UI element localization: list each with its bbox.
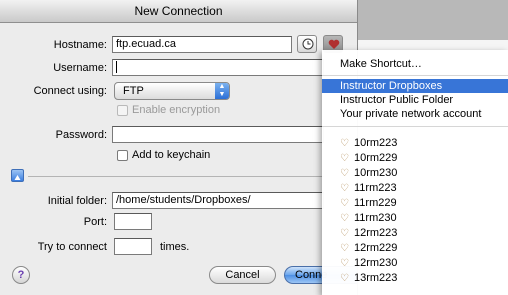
- protocol-popup[interactable]: FTP ▲ ▼: [114, 82, 230, 100]
- initial-folder-label: Initial folder:: [47, 195, 107, 207]
- menu-item-host[interactable]: ♡ 10rm230: [322, 166, 508, 180]
- menu-item-instructor-dropboxes[interactable]: Instructor Dropboxes: [322, 79, 508, 93]
- bookmark-heart-icon: ♡: [340, 258, 349, 269]
- dialog-title: New Connection: [0, 0, 357, 23]
- divider: [28, 176, 324, 177]
- bookmark-heart-icon: ♡: [340, 213, 349, 224]
- try-to-connect-label: Try to connect: [37, 241, 107, 253]
- host-label: 12rm223: [354, 227, 398, 239]
- bookmark-heart-icon: ♡: [340, 198, 349, 209]
- menu-item-private-network-account[interactable]: Your private network account: [322, 107, 508, 121]
- menu-item-host[interactable]: ♡ 12rm230: [322, 256, 508, 270]
- menu-item-host[interactable]: ♡ 13rm223: [322, 271, 508, 285]
- enable-encryption-checkbox[interactable]: [117, 105, 128, 116]
- help-button[interactable]: ?: [12, 266, 30, 284]
- password-field[interactable]: [112, 126, 324, 143]
- host-label: 12rm230: [354, 257, 398, 269]
- menu-item-make-shortcut[interactable]: Make Shortcut…: [322, 57, 508, 71]
- menu-item-host[interactable]: ♡ 11rm223: [322, 181, 508, 195]
- bookmark-heart-icon: ♡: [340, 138, 349, 149]
- host-label: 11rm230: [354, 212, 397, 224]
- bookmark-heart-icon: ♡: [340, 273, 349, 284]
- port-field[interactable]: [114, 213, 152, 230]
- host-label: 13rm223: [354, 272, 398, 284]
- cancel-button[interactable]: Cancel: [209, 266, 276, 284]
- text-caret: [116, 61, 117, 74]
- disclosure-button[interactable]: [11, 169, 24, 182]
- initial-folder-field[interactable]: /home/students/Dropboxes/: [112, 192, 324, 209]
- bookmark-heart-icon: ♡: [340, 228, 349, 239]
- add-to-keychain-checkbox[interactable]: [117, 150, 128, 161]
- triangle-up-icon: [14, 172, 21, 184]
- enable-encryption-label: Enable encryption: [132, 104, 221, 116]
- username-field[interactable]: [112, 59, 324, 76]
- menu-separator: [322, 75, 508, 76]
- menu-item-instructor-public-folder[interactable]: Instructor Public Folder: [322, 93, 508, 107]
- host-label: 10rm229: [354, 152, 398, 164]
- add-to-keychain-label: Add to keychain: [132, 149, 211, 161]
- retry-count-field[interactable]: [114, 238, 152, 255]
- new-connection-dialog: New Connection Hostname: ftp.ecuad.ca Us…: [0, 0, 358, 295]
- menu-item-host[interactable]: ♡ 12rm229: [322, 241, 508, 255]
- password-label: Password:: [55, 129, 107, 141]
- host-label: 10rm230: [354, 167, 398, 179]
- hostname-label: Hostname:: [53, 39, 107, 51]
- host-label: 12rm229: [354, 242, 398, 254]
- bookmark-heart-icon: ♡: [340, 183, 349, 194]
- connect-using-label: Connect using:: [33, 85, 107, 97]
- bookmark-heart-icon: ♡: [340, 168, 349, 179]
- menu-item-host[interactable]: ♡ 12rm223: [322, 226, 508, 240]
- menu-item-host[interactable]: ♡ 10rm223: [322, 136, 508, 150]
- menu-item-host[interactable]: ♡ 10rm229: [322, 151, 508, 165]
- favorites-menu: Make Shortcut… Instructor Dropboxes Inst…: [322, 50, 508, 295]
- times-label: times.: [160, 241, 190, 253]
- hostname-field[interactable]: ftp.ecuad.ca: [112, 36, 292, 53]
- port-label: Port:: [83, 216, 107, 228]
- bookmark-heart-icon: ♡: [340, 243, 349, 254]
- bookmark-heart-icon: ♡: [340, 153, 349, 164]
- clock-icon: [302, 38, 314, 53]
- host-label: 11rm223: [354, 182, 397, 194]
- history-button[interactable]: [297, 35, 317, 53]
- host-label: 10rm223: [354, 137, 398, 149]
- menu-separator: [322, 126, 508, 127]
- username-label: Username:: [53, 62, 107, 74]
- host-label: 11rm229: [354, 197, 397, 209]
- popup-arrows-icon: ▲ ▼: [215, 83, 229, 99]
- background-window-edge: [357, 0, 508, 40]
- menu-item-host[interactable]: ♡ 11rm230: [322, 211, 508, 225]
- protocol-value: FTP: [123, 85, 144, 97]
- menu-item-host[interactable]: ♡ 11rm229: [322, 196, 508, 210]
